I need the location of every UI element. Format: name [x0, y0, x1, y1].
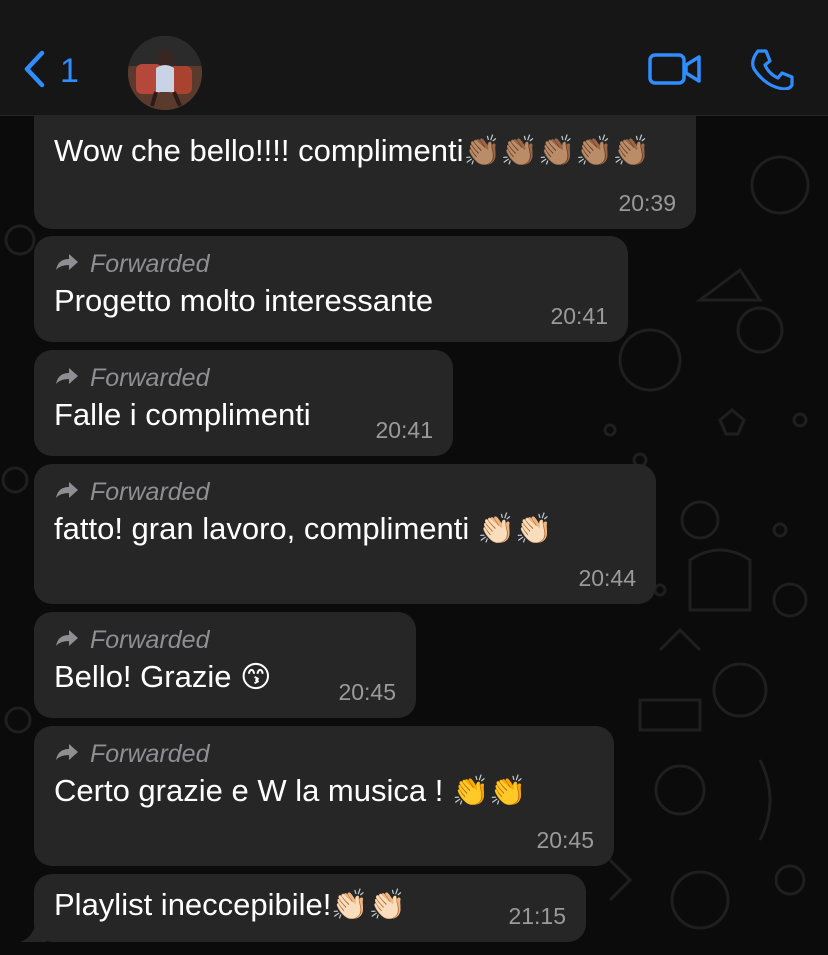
message-time: 20:45 — [536, 827, 594, 853]
phone-icon[interactable] — [750, 48, 794, 95]
message-bubble[interactable]: Forwarded Progetto molto interessante 20… — [34, 236, 628, 342]
forwarded-label: Forwarded — [54, 738, 594, 770]
message-emoji: 👏🏻👏🏻 — [477, 513, 553, 546]
message-bubble[interactable]: Forwarded Falle i complimenti 20:41 — [34, 350, 453, 456]
message-time: 20:45 — [338, 679, 396, 705]
message-emoji: 😙 — [240, 661, 272, 694]
message-time: 20:41 — [550, 303, 608, 329]
forward-arrow-icon — [54, 364, 80, 393]
forward-arrow-icon — [54, 740, 80, 769]
chevron-left-icon — [22, 50, 46, 93]
message-bubble[interactable]: Forwarded Bello! Grazie 😙 20:45 — [34, 612, 416, 718]
message-time: 20:39 — [618, 190, 676, 216]
bubble-tail — [20, 916, 46, 942]
message-bubble[interactable]: Forwarded fatto! gran lavoro, compliment… — [34, 464, 656, 604]
forward-arrow-icon — [54, 250, 80, 279]
message-list[interactable]: Wow che bello!!!! complimenti👏🏽👏🏽👏🏽👏🏽👏🏽 … — [0, 116, 828, 955]
message-text: Certo grazie e W la musica ! — [54, 773, 444, 808]
unread-count: 1 — [60, 52, 79, 90]
forwarded-label: Forwarded — [54, 624, 396, 656]
message-emoji: 👏🏻👏🏻 — [331, 889, 407, 922]
forward-arrow-icon — [54, 626, 80, 655]
message-text: Bello! Grazie — [54, 659, 232, 694]
message-emoji: 👏👏 — [451, 775, 527, 808]
chat-header: 1 — [0, 0, 828, 116]
message-text: Wow che bello!!!! complimenti — [54, 133, 464, 168]
message-time: 20:44 — [578, 565, 636, 591]
message-emoji: 👏🏽👏🏽👏🏽👏🏽👏🏽 — [463, 135, 651, 168]
video-camera-icon[interactable] — [648, 51, 702, 92]
message-bubble[interactable]: Playlist ineccepibile!👏🏻👏🏻 21:15 — [34, 874, 586, 942]
message-text: Progetto molto interessante — [54, 283, 434, 318]
back-button[interactable]: 1 — [22, 50, 79, 93]
message-text: Playlist ineccepibile! — [54, 887, 332, 922]
forward-arrow-icon — [54, 478, 80, 507]
message-text: fatto! gran lavoro, complimenti — [54, 511, 470, 546]
message-time: 20:41 — [375, 417, 433, 443]
message-time: 21:15 — [508, 903, 566, 929]
message-bubble[interactable]: Wow che bello!!!! complimenti👏🏽👏🏽👏🏽👏🏽👏🏽 … — [34, 116, 696, 229]
forwarded-label: Forwarded — [54, 362, 433, 394]
avatar[interactable] — [128, 36, 202, 110]
forwarded-label: Forwarded — [54, 476, 636, 508]
message-bubble[interactable]: Forwarded Certo grazie e W la musica ! 👏… — [34, 726, 614, 866]
forwarded-label: Forwarded — [54, 248, 608, 280]
